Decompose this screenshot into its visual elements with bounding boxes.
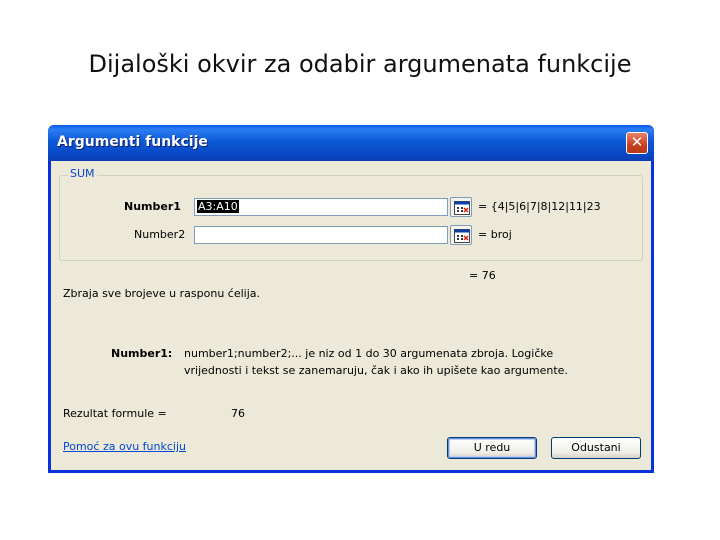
- number1-collapse-button[interactable]: [450, 197, 472, 217]
- dialog-title: Argumenti funkcije: [57, 134, 208, 150]
- number2-result: = broj: [478, 228, 512, 241]
- collapse-dialog-icon: [454, 201, 470, 215]
- number1-result: = {4|5|6|7|8|12|11|23: [478, 200, 601, 213]
- cancel-button[interactable]: Odustani: [551, 437, 641, 459]
- collapse-dialog-icon: [454, 229, 470, 243]
- slide-title: Dijaloški okvir za odabir argumenata fun…: [88, 50, 632, 78]
- formula-result-label: Rezultat formule =: [63, 407, 167, 420]
- total-result: = 76: [469, 269, 496, 282]
- arg-help-line2: vrijednosti i tekst se zanemaruju, čak i…: [184, 364, 568, 377]
- arg-help-line1: number1;number2;... je niz od 1 do 30 ar…: [184, 347, 554, 360]
- arguments-group: SUM Number1 A3:A10 = {4|5|6|7|8|12|11|23…: [59, 167, 643, 261]
- number1-value: A3:A10: [197, 200, 239, 213]
- formula-result-value: 76: [231, 407, 245, 420]
- arg-help-label: Number1:: [111, 347, 173, 360]
- close-button[interactable]: ✕: [626, 132, 648, 154]
- ok-button[interactable]: U redu: [447, 437, 537, 459]
- close-icon: ✕: [630, 133, 644, 151]
- number1-label: Number1: [124, 200, 181, 213]
- help-link[interactable]: Pomoć za ovu funkciju: [63, 440, 186, 453]
- dialog-titlebar[interactable]: Argumenti funkcije ✕: [48, 125, 654, 161]
- number2-collapse-button[interactable]: [450, 225, 472, 245]
- number2-input[interactable]: [194, 226, 448, 244]
- function-arguments-dialog: Argumenti funkcije ✕ SUM Number1 A3:A10 …: [48, 125, 654, 473]
- number1-input[interactable]: A3:A10: [194, 198, 448, 216]
- number2-label: Number2: [134, 228, 186, 241]
- function-name-label: SUM: [68, 167, 97, 180]
- function-description: Zbraja sve brojeve u rasponu ćelija.: [63, 287, 261, 300]
